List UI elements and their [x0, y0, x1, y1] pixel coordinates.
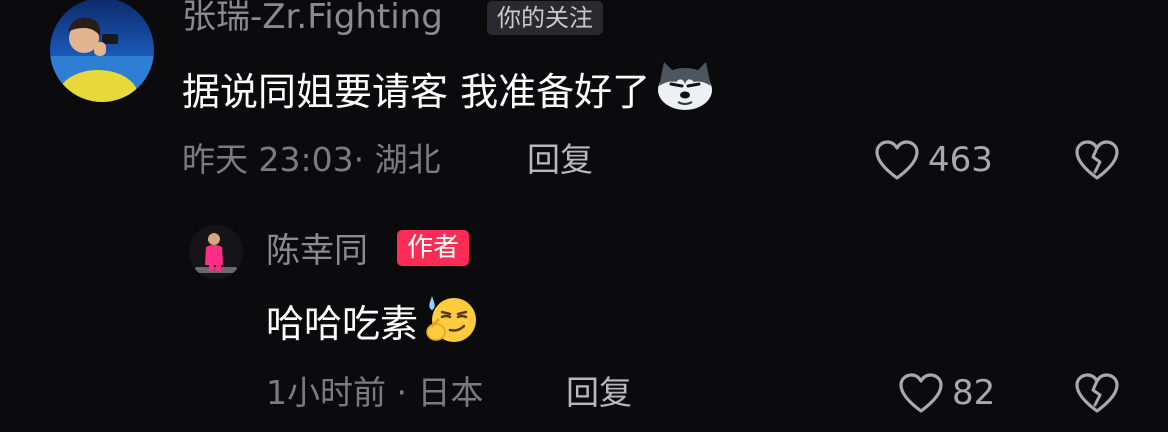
like-count: 463 [928, 140, 993, 180]
like-button[interactable]: 463 [874, 137, 993, 183]
reply-button[interactable]: 回复 [527, 140, 593, 180]
avatar[interactable] [189, 225, 243, 279]
author-badge: 作者 [397, 230, 470, 266]
comment-text: 据说同姐要请客 我准备好了 [182, 62, 716, 123]
username[interactable]: 陈幸同 [266, 231, 368, 271]
like-button[interactable]: 82 [898, 370, 995, 416]
broken-heart-icon [1074, 372, 1120, 414]
reply-item: 陈幸同 作者 哈哈吃素 1小时前 · 日本 回复 82 [0, 210, 1168, 432]
username[interactable]: 张瑞-Zr.Fighting [182, 0, 443, 37]
avatar[interactable] [50, 0, 154, 102]
thinking-smirk-emoji [422, 290, 482, 357]
reply-text-content: 哈哈吃素 [266, 302, 419, 346]
dislike-button[interactable] [1074, 139, 1120, 181]
comment-text-content: 据说同姐要请客 我准备好了 [182, 70, 651, 114]
heart-icon [874, 139, 920, 181]
like-count: 82 [952, 373, 996, 413]
comment-item: 张瑞-Zr.Fighting 你的关注 据说同姐要请客 我准备好了 昨天 23:… [0, 0, 1168, 200]
timestamp-location: 1小时前 · 日本 [266, 373, 484, 412]
reply-button[interactable]: 回复 [566, 373, 632, 413]
broken-heart-icon [1074, 139, 1120, 181]
husky-dog-emoji [654, 60, 716, 123]
reply-text: 哈哈吃素 [266, 296, 482, 357]
timestamp-location: 昨天 23:03· 湖北 [182, 140, 441, 179]
heart-icon [898, 372, 944, 414]
dislike-button[interactable] [1074, 372, 1120, 414]
following-badge: 你的关注 [487, 1, 603, 35]
